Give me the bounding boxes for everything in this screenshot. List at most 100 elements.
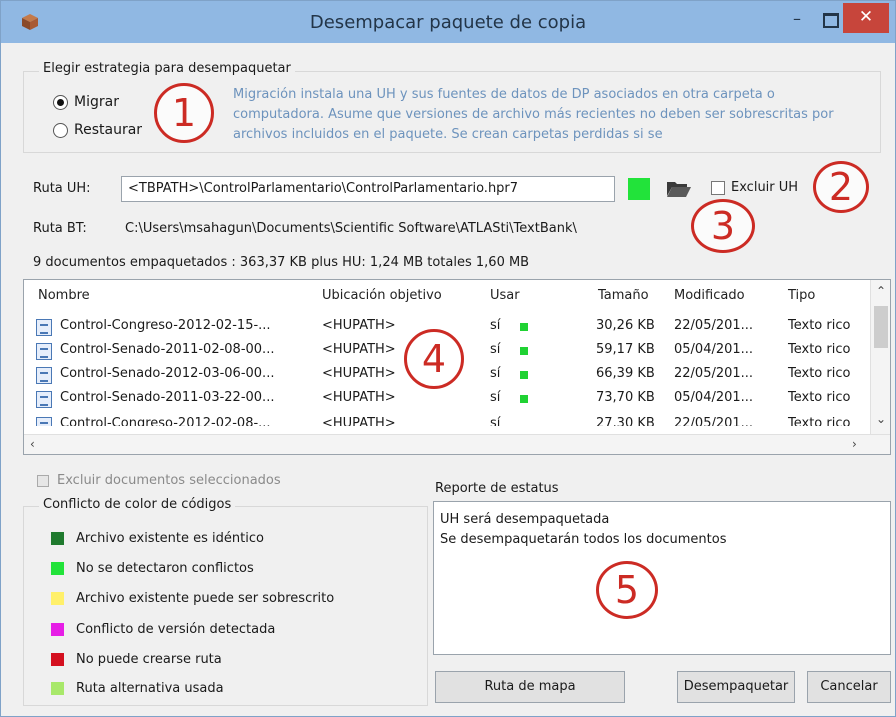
cell-target: <HUPATH> [322, 390, 396, 405]
cancel-button[interactable]: Cancelar [807, 671, 891, 703]
cell-size: 73,70 KB [596, 390, 655, 405]
document-icon [36, 417, 52, 426]
status-report-box[interactable]: UH será desempaquetada Se desempaquetará… [433, 501, 891, 655]
column-header-target[interactable]: Ubicación objetivo [322, 288, 442, 303]
cell-type: Texto rico [788, 390, 851, 405]
cell-target: <HUPATH> [322, 416, 396, 426]
open-folder-icon[interactable] [666, 178, 692, 198]
color-swatch [51, 682, 64, 695]
title-bar[interactable]: Desempacar paquete de copia – ✕ [1, 1, 895, 43]
uh-path-field[interactable]: <TBPATH>\ControlParlamentario\ControlPar… [121, 176, 615, 202]
uh-status-indicator [628, 178, 650, 200]
legend-item: No se detectaron conflictos [51, 561, 254, 576]
legend-label: Archivo existente puede ser sobrescrito [76, 591, 335, 606]
unpack-button[interactable]: Desempaquetar [677, 671, 795, 703]
cell-modified: 22/05/201... [674, 366, 754, 381]
column-header-size[interactable]: Tamaño [598, 288, 649, 303]
use-indicator [520, 347, 528, 355]
column-header-modified[interactable]: Modificado [674, 288, 745, 303]
maximize-button[interactable] [815, 9, 843, 31]
scroll-left-icon[interactable]: ‹ [30, 437, 35, 451]
table-row[interactable]: Control-Congreso-2012-02-08-... <HUPATH>… [24, 414, 870, 426]
radio-restore-label: Restaurar [74, 122, 143, 138]
legend-item: No puede crearse ruta [51, 652, 222, 667]
exclude-uh-checkbox[interactable] [711, 181, 725, 195]
cell-modified: 22/05/201... [674, 416, 754, 426]
bt-path-value: C:\Users\msahagun\Documents\Scientific S… [125, 221, 577, 236]
callout-2: 2 [813, 161, 869, 213]
color-swatch [51, 532, 64, 545]
legend-label: Ruta alternativa usada [76, 681, 224, 696]
strategy-group-title: Elegir estrategia para desempaquetar [39, 61, 295, 76]
color-swatch [51, 623, 64, 636]
bt-path-label: Ruta BT: [33, 221, 87, 236]
status-line: UH será desempaquetada [440, 512, 610, 527]
radio-indicator [53, 94, 68, 110]
cell-target: <HUPATH> [322, 342, 396, 357]
scroll-right-icon[interactable]: › [852, 437, 857, 451]
callout-3: 3 [691, 199, 755, 253]
status-line: Se desempaquetarán todos los documentos [440, 532, 727, 547]
exclude-selected-label: Excluir documentos seleccionados [57, 473, 281, 488]
column-header-name[interactable]: Nombre [38, 288, 90, 303]
use-indicator [520, 323, 528, 331]
legend-label: No puede crearse ruta [76, 652, 222, 667]
window-title: Desempacar paquete de copia [309, 12, 587, 33]
cell-modified: 05/04/201... [674, 342, 754, 357]
callout-5: 5 [596, 561, 658, 619]
document-icon [36, 343, 52, 360]
status-report-title: Reporte de estatus [435, 481, 559, 496]
cell-type: Texto rico [788, 342, 851, 357]
list-header: Nombre Ubicación objetivo Usar Tamaño Mo… [24, 280, 890, 314]
radio-restore[interactable]: Restaurar [53, 122, 142, 138]
cell-use: sí [490, 318, 501, 333]
legend-item: Conflicto de versión detectada [51, 622, 275, 637]
color-swatch [51, 562, 64, 575]
cell-use: sí [490, 366, 501, 381]
cell-name: Control-Senado-2011-03-22-00... [60, 390, 275, 405]
radio-migrate[interactable]: Migrar [53, 94, 119, 110]
cell-target: <HUPATH> [322, 366, 396, 381]
cell-type: Texto rico [788, 416, 851, 426]
cell-name: Control-Congreso-2012-02-15-... [60, 318, 271, 333]
callout-1: 1 [154, 83, 214, 143]
use-indicator [520, 395, 528, 403]
cell-name: Control-Senado-2012-03-06-00... [60, 366, 275, 381]
vertical-scrollbar[interactable]: ⌃ ⌄ [870, 280, 890, 436]
legend-label: Conflicto de versión detectada [76, 622, 276, 637]
map-path-button[interactable]: Ruta de mapa [435, 671, 625, 703]
scroll-up-icon[interactable]: ⌃ [876, 284, 886, 298]
use-indicator [520, 371, 528, 379]
cell-type: Texto rico [788, 366, 851, 381]
column-header-type[interactable]: Tipo [788, 288, 815, 303]
color-swatch [51, 653, 64, 666]
document-icon [36, 367, 52, 384]
cell-use: sí [490, 390, 501, 405]
radio-migrate-label: Migrar [74, 94, 119, 110]
minimize-button[interactable]: – [783, 9, 811, 31]
scroll-down-icon[interactable]: ⌄ [876, 412, 886, 426]
legend-item: Archivo existente puede ser sobrescrito [51, 591, 334, 606]
cell-type: Texto rico [788, 318, 851, 333]
cell-modified: 22/05/201... [674, 318, 754, 333]
exclude-uh-label: Excluir UH [731, 180, 799, 195]
legend-item: Ruta alternativa usada [51, 681, 224, 696]
table-row[interactable]: Control-Senado-2011-03-22-00... <HUPATH>… [24, 388, 870, 412]
exclude-selected-checkbox[interactable] [37, 475, 49, 487]
callout-4: 4 [404, 329, 464, 389]
cell-modified: 05/04/201... [674, 390, 754, 405]
column-header-use[interactable]: Usar [490, 288, 520, 303]
scroll-thumb[interactable] [874, 306, 888, 348]
horizontal-scrollbar[interactable]: ‹ › [24, 434, 890, 454]
cell-target: <HUPATH> [322, 318, 396, 333]
document-icon [36, 391, 52, 408]
legend-label: Archivo existente es idéntico [76, 531, 264, 546]
package-summary: 9 documentos empaquetados : 363,37 KB pl… [33, 255, 530, 270]
strategy-description: Migración instala una UH y sus fuentes d… [233, 87, 834, 142]
uh-path-label: Ruta UH: [33, 181, 91, 196]
color-swatch [51, 592, 64, 605]
close-button[interactable]: ✕ [843, 3, 889, 33]
cell-size: 27,30 KB [596, 416, 655, 426]
cell-name: Control-Senado-2011-02-08-00... [60, 342, 275, 357]
cell-use: sí [490, 342, 501, 357]
